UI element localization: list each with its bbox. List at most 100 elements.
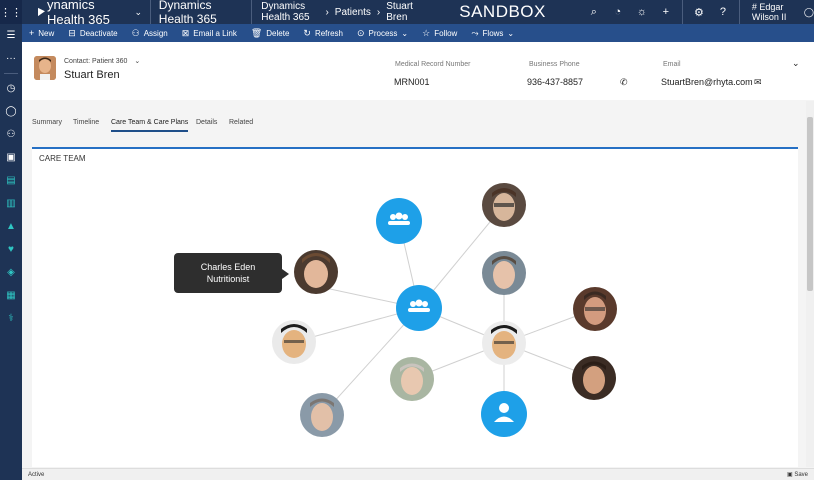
tab-bar: Summary Timeline Care Team & Care Plans Det… bbox=[22, 100, 814, 145]
top-bar: ⋮⋮ ynamics Health 365 ⌄ Dynamics Health … bbox=[0, 0, 814, 27]
cmd-deactivate-button[interactable]: ⊟ Deactivate bbox=[61, 24, 124, 42]
cmd-icon: ⊙ bbox=[356, 27, 365, 38]
recent-icon[interactable]: ◷ bbox=[0, 77, 22, 100]
tab-timeline[interactable]: Timeline bbox=[73, 119, 99, 130]
search-icon[interactable]: ⌕ bbox=[582, 0, 606, 24]
member-avatar[interactable] bbox=[272, 320, 316, 364]
status-bar: Active ▣ Save bbox=[22, 468, 814, 480]
command-bar: + New ⊟ Deactivate ⚇ Assign ⊠ Email a Link 🗑 Dele… bbox=[22, 24, 814, 42]
cmd-label: Email a Link bbox=[193, 28, 237, 38]
field-value-phone: 936-437-8857 bbox=[527, 77, 584, 87]
cmd-icon: 🗑 bbox=[250, 27, 263, 38]
member-avatar[interactable] bbox=[390, 357, 434, 401]
cmd-label: Refresh bbox=[314, 28, 343, 38]
cmd-icon: ↻ bbox=[303, 27, 311, 38]
tab-related[interactable]: Related bbox=[229, 119, 253, 130]
brand[interactable]: ynamics Health 365 ⌄ bbox=[22, 0, 150, 27]
task-icon[interactable]: ◔ bbox=[606, 0, 630, 24]
team-node[interactable] bbox=[376, 198, 422, 244]
record-type-label: Contact: Patient 360 bbox=[64, 58, 128, 65]
cmd-refresh-button[interactable]: ↻ Refresh bbox=[296, 24, 350, 42]
help-icon[interactable]: ? bbox=[711, 0, 735, 24]
person-photo-icon bbox=[34, 56, 56, 80]
member-avatar-charles-eden[interactable] bbox=[294, 250, 338, 294]
left-navigation: ☰ ··· ◷ ◯ ⚇ ▣ ▤ ▥ ▲ ♥ ◈ ▦ ⚕ bbox=[0, 24, 22, 480]
record-name: Stuart Bren bbox=[64, 69, 120, 81]
tab-care-team-care-plans[interactable]: Care Team & Care Plans bbox=[111, 119, 189, 132]
shield-icon[interactable]: ◈ bbox=[0, 261, 22, 284]
save-button[interactable]: ▣ Save bbox=[787, 471, 808, 478]
chart-icon[interactable]: ▤ bbox=[0, 169, 22, 192]
cmd-flows-button[interactable]: ⤳ Flows ⌄ bbox=[464, 24, 521, 42]
care-team-panel: CARE TEAM Charles Eden Nutritionist bbox=[32, 147, 798, 467]
member-avatar[interactable] bbox=[482, 251, 526, 295]
record-icon[interactable]: ▦ bbox=[0, 284, 22, 307]
breadcrumb-item[interactable]: Dynamics Health 365 bbox=[261, 1, 319, 23]
lightbulb-icon[interactable]: ☼ bbox=[630, 0, 654, 24]
cmd-process-button[interactable]: ⊙ Process ⌄ bbox=[350, 24, 415, 42]
field-label-email: Email bbox=[663, 61, 681, 68]
document-icon[interactable]: ▣ bbox=[0, 146, 22, 169]
cmd-label: Deactivate bbox=[79, 28, 118, 38]
vertical-scrollbar[interactable] bbox=[806, 101, 814, 467]
environment-label: SANDBOX bbox=[459, 2, 546, 21]
field-value-mrn: MRN001 bbox=[394, 77, 430, 87]
brand-chevron-icon: ⌄ bbox=[134, 6, 143, 17]
member-avatar[interactable] bbox=[482, 183, 526, 227]
scrollbar-thumb[interactable] bbox=[807, 117, 813, 291]
plus-icon[interactable]: + bbox=[654, 0, 678, 24]
care-team-graph bbox=[272, 183, 617, 437]
cmd-follow-button[interactable]: ☆ Follow bbox=[415, 24, 464, 42]
app-name[interactable]: Dynamics Health 365 bbox=[151, 0, 251, 26]
gear-icon[interactable]: ⚙ bbox=[687, 0, 711, 24]
user-menu[interactable]: # Edgar Wilson II ◯ bbox=[752, 2, 814, 22]
heart-icon[interactable]: ♥ bbox=[0, 238, 22, 261]
cmd-new-button[interactable]: + New bbox=[22, 24, 61, 42]
collapse-menu-icon[interactable]: ☰ bbox=[0, 24, 22, 47]
contact-icon[interactable]: ⚇ bbox=[0, 123, 22, 146]
phone-icon[interactable]: ✆ bbox=[620, 77, 628, 88]
tab-summary[interactable]: Summary bbox=[32, 119, 62, 130]
field-label-mrn: Medical Record Number bbox=[395, 61, 471, 68]
cmd-delete-button[interactable]: 🗑 Delete bbox=[244, 24, 297, 42]
cmd-label: Process bbox=[368, 28, 398, 38]
nav-divider bbox=[4, 73, 18, 74]
cmd-email-a-link-button[interactable]: ⊠ Email a Link bbox=[175, 24, 244, 42]
stethoscope-icon[interactable]: ⚕ bbox=[0, 307, 22, 330]
more-icon[interactable]: ··· bbox=[0, 47, 22, 70]
breadcrumb-separator-icon: › bbox=[325, 6, 329, 18]
field-value-email[interactable]: StuartBren@rhyta.com bbox=[661, 77, 753, 87]
team-node-center[interactable] bbox=[396, 285, 442, 331]
care-plan-icon[interactable]: ▥ bbox=[0, 192, 22, 215]
cmd-icon: ⊠ bbox=[181, 27, 190, 38]
brand-title: ynamics Health 365 bbox=[46, 0, 110, 27]
top-icons: ⌕ ◔ ☼ + ⚙ ? bbox=[582, 0, 744, 24]
cmd-label: Flows bbox=[482, 28, 504, 38]
cmd-label: Follow bbox=[434, 28, 458, 38]
cmd-icon: ⊟ bbox=[68, 27, 76, 38]
breadcrumb-item[interactable]: Patients bbox=[335, 7, 371, 18]
email-icon[interactable]: ✉ bbox=[754, 77, 762, 88]
tab-details[interactable]: Details bbox=[196, 119, 217, 130]
patient-icon[interactable]: ▲ bbox=[0, 215, 22, 238]
patient-node[interactable] bbox=[481, 391, 527, 437]
cmd-assign-button[interactable]: ⚇ Assign bbox=[125, 24, 175, 42]
divider bbox=[681, 0, 683, 24]
app-launcher-icon[interactable]: ⋮⋮ bbox=[0, 0, 22, 24]
member-avatar[interactable] bbox=[300, 393, 344, 437]
divider bbox=[738, 0, 740, 24]
chevron-down-icon: ⌄ bbox=[134, 58, 141, 65]
expand-header-icon[interactable]: ⌄ bbox=[792, 58, 800, 69]
person-icon[interactable]: ◯ bbox=[0, 100, 22, 123]
member-avatar[interactable] bbox=[482, 321, 526, 365]
cmd-icon: ⤳ bbox=[471, 27, 479, 38]
member-avatar[interactable] bbox=[572, 356, 616, 400]
dynamics-logo-icon bbox=[38, 7, 45, 17]
member-avatar[interactable] bbox=[573, 287, 617, 331]
record-type[interactable]: Contact: Patient 360 ⌄ bbox=[64, 57, 140, 65]
breadcrumb-separator-icon: › bbox=[376, 6, 381, 18]
avatar bbox=[34, 56, 56, 80]
save-label: Save bbox=[794, 472, 808, 478]
breadcrumb-item[interactable]: Stuart Bren bbox=[386, 1, 417, 23]
chevron-down-icon: ⌄ bbox=[401, 28, 409, 38]
